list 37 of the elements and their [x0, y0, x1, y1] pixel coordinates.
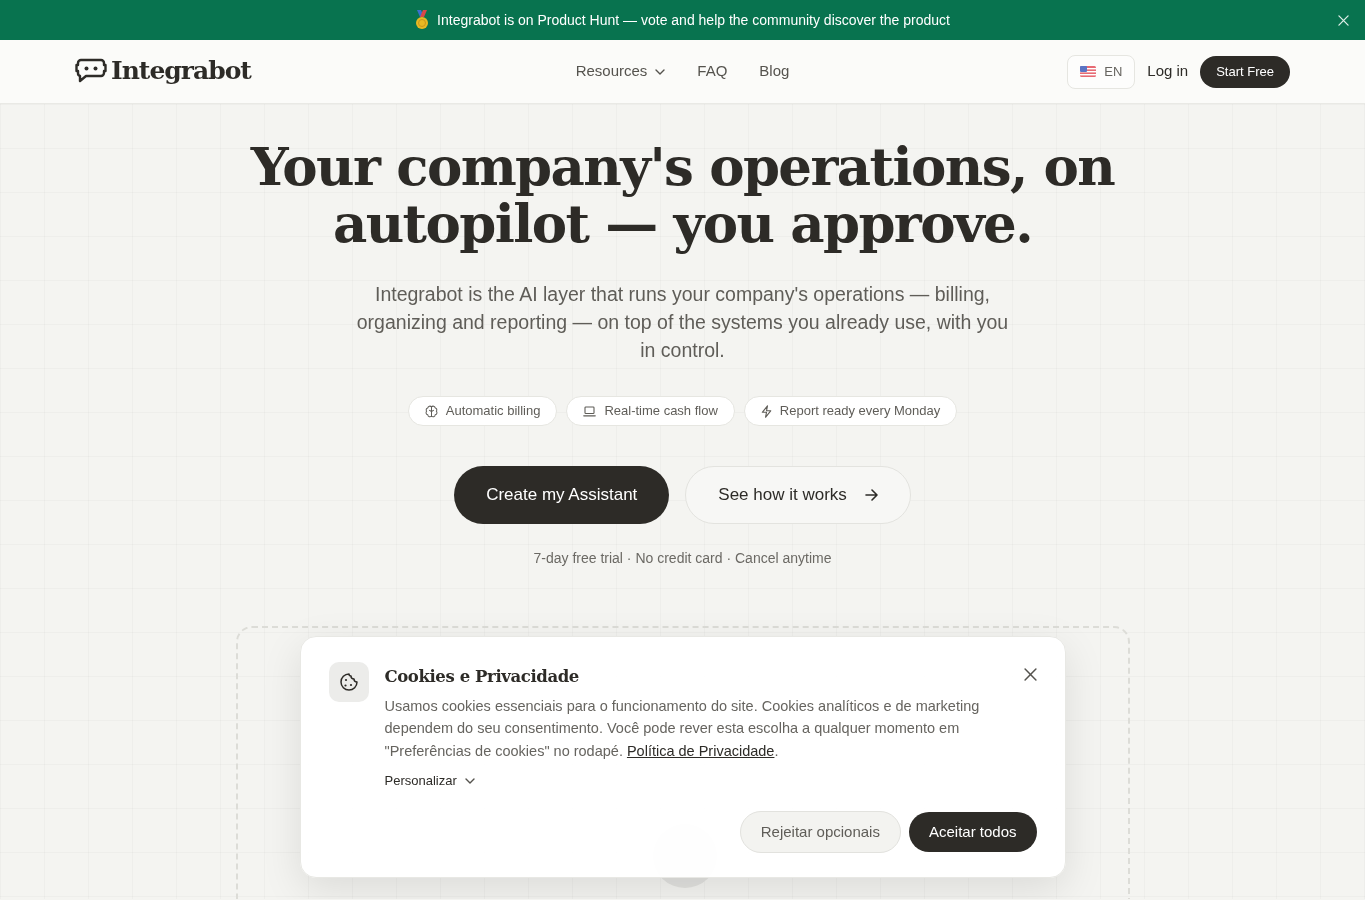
close-icon — [1023, 668, 1037, 681]
brand-name: Integrabot — [111, 54, 251, 87]
privacy-policy-link[interactable]: Política de Privacidade — [626, 742, 775, 759]
brain-icon — [424, 404, 438, 418]
lightning-icon — [760, 404, 772, 418]
cookie-notice-text: Usamos cookies essenciais para o funcionamento do site. Cookies analíticos e de marketing dependem do seu consentimento. Você pode rever esta escolha a qualquer momento em "Preferências de cookies" no rodapé. Política de Privacidade. — [384, 696, 981, 761]
arrow-right-icon — [864, 489, 878, 501]
close-icon — [1338, 14, 1349, 26]
nav-link[interactable]: Resources — [575, 60, 666, 83]
see-how-button[interactable]: See how it works — [685, 466, 911, 524]
reject-optional-button[interactable]: Rejeitar opcionais — [739, 810, 901, 853]
cookie-icon — [328, 662, 369, 702]
medal-icon — [415, 10, 430, 30]
chip-label: Automatic billing — [445, 402, 541, 421]
chip-label: Report ready every Monday — [779, 402, 941, 421]
announcement-text: Integrabot is on Product Hunt — vote and help the community discover the product — [437, 10, 950, 30]
chevron-down-icon — [655, 68, 666, 75]
language-button[interactable]: EN — [1067, 54, 1136, 89]
laptop-icon — [583, 405, 597, 417]
nav-link[interactable]: FAQ — [697, 60, 728, 83]
logo-icon — [75, 56, 107, 85]
chevron-down-icon — [464, 778, 475, 785]
start-free-button[interactable]: Start Free — [1200, 55, 1290, 88]
customize-toggle[interactable]: Personalizar — [384, 771, 475, 791]
create-assistant-button[interactable]: Create my Assistant — [454, 466, 670, 524]
login-link[interactable]: Log in — [1147, 60, 1189, 83]
flag-icon — [1080, 66, 1097, 77]
hero-subtitle: Integrabot is the AI layer that runs your company's operations — billing, organizing and reporting — on top of the systems you already use, with you in control. — [355, 282, 1010, 363]
trial-note: 7-day free trial · No credit card · Cancel anytime — [533, 549, 832, 568]
accept-all-button[interactable]: Aceitar todos — [908, 811, 1037, 852]
nav-link[interactable]: Blog — [759, 60, 790, 83]
chip-label: Real-time cash flow — [604, 402, 718, 421]
hero-title: Your company's operations, on autopilot — you approve. — [249, 138, 1116, 252]
close-button[interactable] — [1336, 12, 1351, 28]
close-button[interactable] — [1023, 668, 1037, 681]
dialog-title: Cookies e Privacidade — [384, 667, 579, 687]
brand-logo[interactable]: Integrabot — [75, 51, 251, 90]
